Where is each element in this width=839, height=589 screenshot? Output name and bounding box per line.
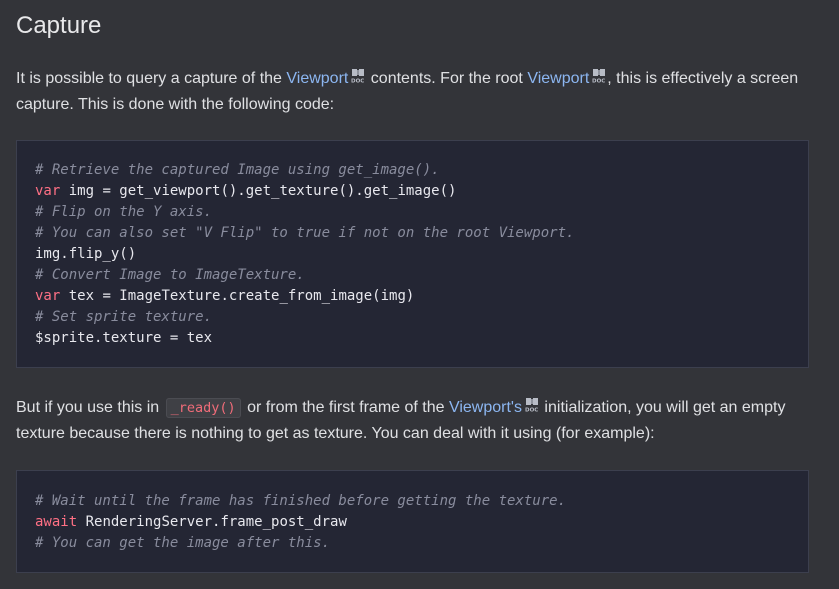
code-line: # Retrieve the captured Image using get_… bbox=[35, 160, 790, 181]
code-token-comment: # You can also set "V Flip" to true if n… bbox=[35, 225, 575, 241]
paragraph-ready: But if you use this in _ready() or from … bbox=[16, 395, 821, 447]
doc-page: Capture It is possible to query a captur… bbox=[0, 0, 839, 589]
code-token-comment: # You can get the image after this. bbox=[35, 535, 331, 551]
code-token-plain: img.flip_y() bbox=[35, 246, 137, 262]
code-token-comment: # Wait until the frame has finished befo… bbox=[35, 493, 567, 509]
viewport-link[interactable]: Viewport's bbox=[449, 399, 522, 416]
viewport-link[interactable]: Viewport bbox=[286, 70, 348, 87]
svg-text:DOC: DOC bbox=[351, 79, 364, 85]
code-token-keyword: await bbox=[35, 514, 78, 530]
paragraph-text: contents. For the root bbox=[366, 70, 528, 87]
code-line: img.flip_y() bbox=[35, 244, 790, 265]
paragraph-text: It is possible to query a capture of the bbox=[16, 70, 287, 87]
code-line: # You can also set "V Flip" to true if n… bbox=[35, 223, 790, 244]
svg-text:DOC: DOC bbox=[592, 79, 605, 85]
section-heading: Capture bbox=[16, 12, 102, 39]
code-token-plain: RenderingServer.frame_post_draw bbox=[77, 514, 347, 530]
svg-text:DOC: DOC bbox=[525, 408, 538, 414]
inline-code-ready: _ready() bbox=[165, 398, 241, 418]
code-line: # You can get the image after this. bbox=[35, 533, 790, 554]
doc-book-icon[interactable]: DOC bbox=[592, 67, 606, 85]
code-line: # Flip on the Y axis. bbox=[35, 202, 790, 223]
code-token-plain: $sprite.texture = tex bbox=[35, 330, 213, 346]
code-line: # Convert Image to ImageTexture. bbox=[35, 265, 790, 286]
viewport-link[interactable]: Viewport bbox=[527, 70, 589, 87]
code-token-comment: # Set sprite texture. bbox=[35, 309, 213, 325]
code-line: await RenderingServer.frame_post_draw bbox=[35, 512, 790, 533]
paragraph-text: But if you use this in bbox=[16, 399, 164, 416]
doc-book-icon[interactable]: DOC bbox=[525, 396, 539, 414]
paragraph-intro: It is possible to query a capture of the… bbox=[16, 66, 821, 118]
code-line: var tex = ImageTexture.create_from_image… bbox=[35, 286, 790, 307]
code-token-comment: # Flip on the Y axis. bbox=[35, 204, 213, 220]
code-line: # Set sprite texture. bbox=[35, 307, 790, 328]
code-line: # Wait until the frame has finished befo… bbox=[35, 491, 790, 512]
code-token-keyword: var bbox=[35, 183, 61, 199]
code-token-comment: # Convert Image to ImageTexture. bbox=[35, 267, 305, 283]
code-token-keyword: var bbox=[35, 288, 61, 304]
code-block-await[interactable]: # Wait until the frame has finished befo… bbox=[16, 470, 809, 573]
code-block-capture[interactable]: # Retrieve the captured Image using get_… bbox=[16, 140, 809, 368]
code-line: var img = get_viewport().get_texture().g… bbox=[35, 181, 790, 202]
paragraph-text: or from the first frame of the bbox=[242, 399, 449, 416]
code-token-plain: img = get_viewport().get_texture().get_i… bbox=[60, 183, 457, 199]
doc-book-icon[interactable]: DOC bbox=[351, 67, 365, 85]
code-token-plain: tex = ImageTexture.create_from_image(img… bbox=[60, 288, 415, 304]
code-line: $sprite.texture = tex bbox=[35, 328, 790, 349]
code-token-comment: # Retrieve the captured Image using get_… bbox=[35, 162, 440, 178]
